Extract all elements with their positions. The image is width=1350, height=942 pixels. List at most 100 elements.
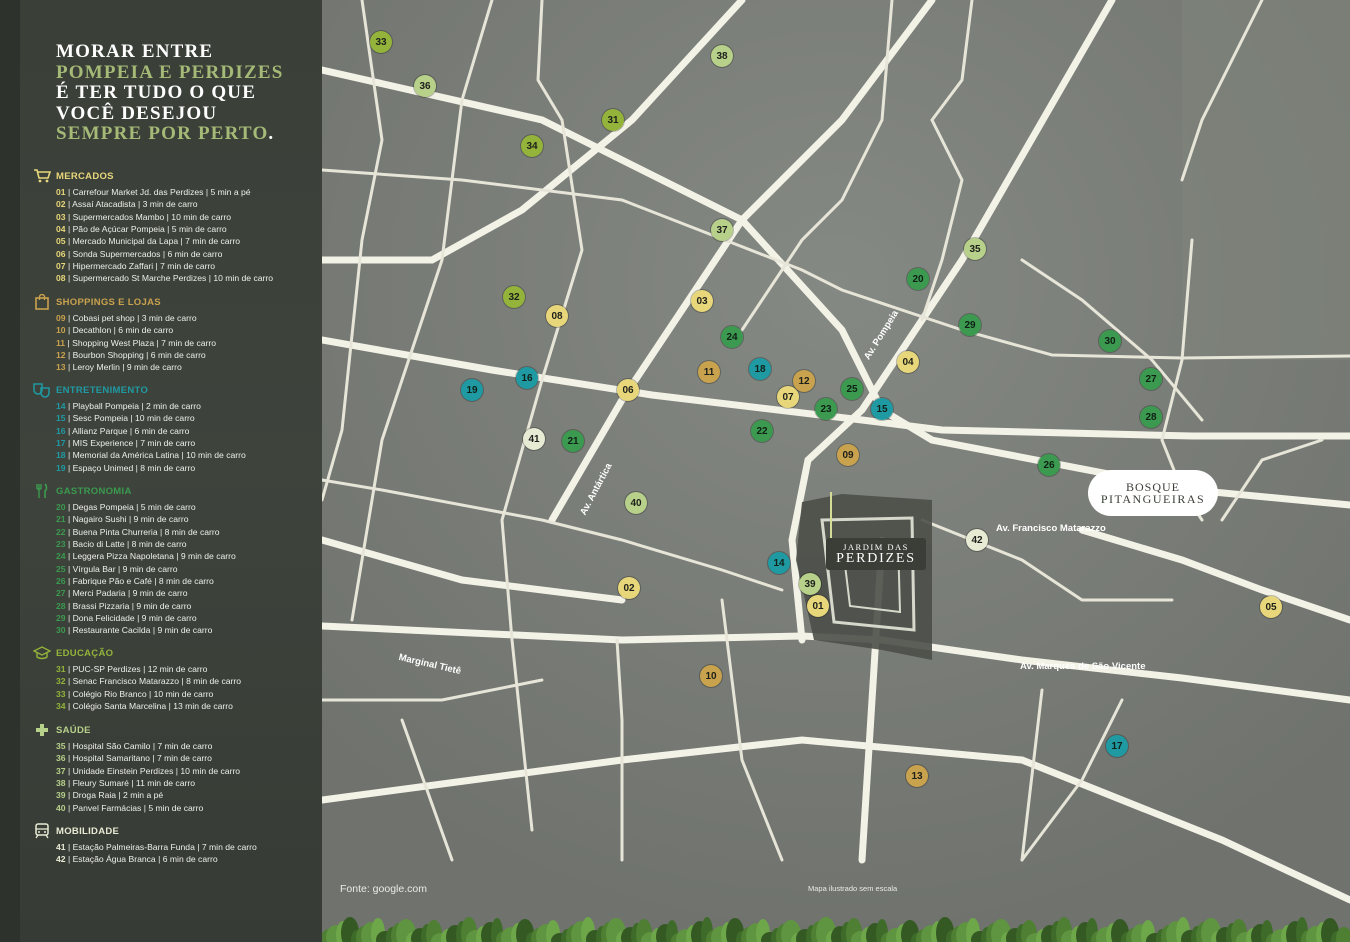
map-pin-13[interactable]: 13 bbox=[906, 765, 928, 787]
legend-title-mobilidade: MOBILIDADE bbox=[56, 825, 120, 837]
legend-item-number: 37 bbox=[56, 765, 66, 776]
map-pin-20[interactable]: 20 bbox=[907, 268, 929, 290]
legend-item-text: | Buena Pinta Churreria | 8 min de carro bbox=[67, 526, 220, 537]
health-cross-icon bbox=[33, 722, 51, 738]
map-pin-28[interactable]: 28 bbox=[1140, 406, 1162, 428]
headline-line-5-text: SEMPRE POR PERTO bbox=[56, 123, 269, 144]
map-pin-14[interactable]: 14 bbox=[768, 552, 790, 574]
map-pin-42[interactable]: 42 bbox=[966, 529, 988, 551]
legend-items-educacao: 31 | PUC-SP Perdizes | 12 min de carro 32… bbox=[56, 663, 241, 712]
legend-item: 02 | Assaí Atacadista | 3 min de carro bbox=[56, 198, 273, 210]
legend-item: 10 | Decathlon | 6 min de carro bbox=[56, 324, 216, 336]
legend-item-text: | Unidade Einstein Perdizes | 10 min de … bbox=[67, 765, 241, 776]
headline-line-5: SEMPRE POR PERTO. bbox=[56, 123, 283, 145]
map-pin-27[interactable]: 27 bbox=[1140, 368, 1162, 390]
legend-item: 40 | Panvel Farmácias | 5 min de carro bbox=[56, 802, 240, 814]
legend-item-text: | Merci Padaria | 9 min de carro bbox=[67, 588, 188, 599]
legend-item: 39 | Droga Raia | 2 min a pé bbox=[56, 789, 240, 801]
map-pin-02[interactable]: 02 bbox=[618, 577, 640, 599]
map-pin-04[interactable]: 04 bbox=[897, 351, 919, 373]
legend-item: 01 | Carrefour Market Jd. das Perdizes |… bbox=[56, 186, 273, 198]
map-pin-32[interactable]: 32 bbox=[503, 286, 525, 308]
map-pin-12[interactable]: 12 bbox=[793, 370, 815, 392]
map-pin-41[interactable]: 41 bbox=[523, 428, 545, 450]
map-pin-10[interactable]: 10 bbox=[700, 665, 722, 687]
train-icon bbox=[33, 823, 51, 839]
legend-item: 15 | Sesc Pompeia | 10 min de carro bbox=[56, 412, 246, 424]
legend-item-text: | Memorial da América Latina | 10 min de… bbox=[67, 450, 246, 461]
legend-item: 08 | Supermercado St Marche Perdizes | 1… bbox=[56, 272, 273, 284]
map-pin-24[interactable]: 24 bbox=[721, 326, 743, 348]
illustrated-map[interactable]: Av. Pompeia Av. Antártica Av. Francisco … bbox=[322, 0, 1350, 942]
map-pin-07[interactable]: 07 bbox=[777, 386, 799, 408]
map-pin-01[interactable]: 01 bbox=[807, 595, 829, 617]
map-pin-16[interactable]: 16 bbox=[516, 367, 538, 389]
legend-item-text: | Leggera Pizza Napoletana | 9 min de ca… bbox=[67, 551, 236, 562]
map-pin-26[interactable]: 26 bbox=[1038, 454, 1060, 476]
map-pin-08[interactable]: 08 bbox=[546, 305, 568, 327]
map-source: Fonte: google.com bbox=[340, 883, 427, 895]
map-pin-36[interactable]: 36 bbox=[414, 75, 436, 97]
legend-items-gastronomia: 20 | Degas Pompeia | 5 min de carro 21 | … bbox=[56, 501, 236, 637]
map-pin-29[interactable]: 29 bbox=[959, 314, 981, 336]
legend-title-gastronomia: GASTRONOMIA bbox=[56, 485, 132, 497]
headline-line-1: MORAR ENTRE bbox=[56, 41, 214, 62]
map-pin-21[interactable]: 21 bbox=[562, 430, 584, 452]
legend-item: 34 | Colégio Santa Marcelina | 13 min de… bbox=[56, 700, 241, 712]
legend-item: 29 | Dona Felicidade | 9 min de carro bbox=[56, 612, 236, 624]
map-pin-37[interactable]: 37 bbox=[711, 219, 733, 241]
map-pin-18[interactable]: 18 bbox=[749, 358, 771, 380]
bosque-logo-line-2: PITANGUEIRAS bbox=[1100, 491, 1206, 506]
map-pin-39[interactable]: 39 bbox=[799, 573, 821, 595]
road-label-matarazzo: Av. Francisco Matarazzo bbox=[996, 523, 1106, 534]
map-pin-31[interactable]: 31 bbox=[602, 109, 624, 131]
map-pin-19[interactable]: 19 bbox=[461, 379, 483, 401]
legend-item-number: 12 bbox=[56, 350, 66, 361]
legend-item-number: 09 bbox=[56, 313, 66, 323]
legend-item-text: | Supermercado St Marche Perdizes | 10 m… bbox=[67, 273, 274, 284]
map-pin-22[interactable]: 22 bbox=[751, 420, 773, 442]
map-pin-34[interactable]: 34 bbox=[521, 135, 543, 157]
theater-masks-icon bbox=[33, 382, 51, 398]
legend-item: 30 | Restaurante Cacilda | 9 min de carr… bbox=[56, 624, 236, 636]
legend-item-text: | Degas Pompeia | 5 min de carro bbox=[67, 502, 196, 512]
map-pin-40[interactable]: 40 bbox=[625, 492, 647, 514]
legend-section-mercados: MERCADOS 01 | Carrefour Market Jd. das P… bbox=[33, 168, 273, 285]
map-pin-38[interactable]: 38 bbox=[711, 45, 733, 67]
headline-line-4: VOCÊ DESEJOU bbox=[56, 102, 218, 124]
map-pin-35[interactable]: 35 bbox=[964, 238, 986, 260]
legend-item-number: 33 bbox=[56, 688, 66, 699]
legend-items-mercados: 01 | Carrefour Market Jd. das Perdizes |… bbox=[56, 186, 273, 285]
map-pin-30[interactable]: 30 bbox=[1099, 330, 1121, 352]
map-pin-33[interactable]: 33 bbox=[370, 31, 392, 53]
legend-item-text: | Sesc Pompeia | 10 min de carro bbox=[67, 413, 195, 424]
legend-item: 09 | Cobasi pet shop | 3 min de carro bbox=[56, 312, 216, 324]
map-pin-05[interactable]: 05 bbox=[1260, 596, 1282, 618]
legend-item-text: | Brassi Pizzaria | 9 min de carro bbox=[67, 600, 192, 611]
map-pin-11[interactable]: 11 bbox=[698, 361, 720, 383]
legend-item-text: | Shopping West Plaza | 7 min de carro bbox=[67, 337, 217, 348]
legend-items-shoppings: 09 | Cobasi pet shop | 3 min de carro 10 … bbox=[56, 312, 216, 374]
legend-item-text: | Leroy Merlin | 9 min de carro bbox=[67, 362, 182, 373]
map-pin-06[interactable]: 06 bbox=[617, 379, 639, 401]
legend-item-number: 20 bbox=[56, 502, 66, 512]
legend-item-number: 21 bbox=[56, 514, 66, 525]
legend-item: 42 | Estação Água Branca | 6 min de carr… bbox=[56, 853, 257, 865]
legend-item-text: | Senac Francisco Matarazzo | 8 min de c… bbox=[67, 676, 242, 687]
legend-item-text: | Fabrique Pão e Café | 8 min de carro bbox=[67, 576, 214, 587]
legend-item-number: 35 bbox=[56, 741, 66, 751]
legend-item-text: | PUC-SP Perdizes | 12 min de carro bbox=[67, 664, 208, 674]
map-pin-15[interactable]: 15 bbox=[871, 398, 893, 420]
legend-item: 03 | Supermercados Mambo | 10 min de car… bbox=[56, 211, 273, 223]
legend-item-number: 10 bbox=[56, 325, 66, 336]
legend-item-number: 38 bbox=[56, 778, 66, 789]
legend-section-shoppings: SHOPPINGS E LOJAS 09 | Cobasi pet shop |… bbox=[33, 294, 216, 374]
legend-item-text: | Carrefour Market Jd. das Perdizes | 5 … bbox=[67, 187, 251, 197]
map-pin-09[interactable]: 09 bbox=[837, 444, 859, 466]
map-pin-23[interactable]: 23 bbox=[815, 398, 837, 420]
map-pin-25[interactable]: 25 bbox=[841, 378, 863, 400]
legend-item: 22 | Buena Pinta Churreria | 8 min de ca… bbox=[56, 526, 236, 538]
map-pin-17[interactable]: 17 bbox=[1106, 735, 1128, 757]
legend-item-number: 14 bbox=[56, 401, 66, 411]
map-pin-03[interactable]: 03 bbox=[691, 290, 713, 312]
